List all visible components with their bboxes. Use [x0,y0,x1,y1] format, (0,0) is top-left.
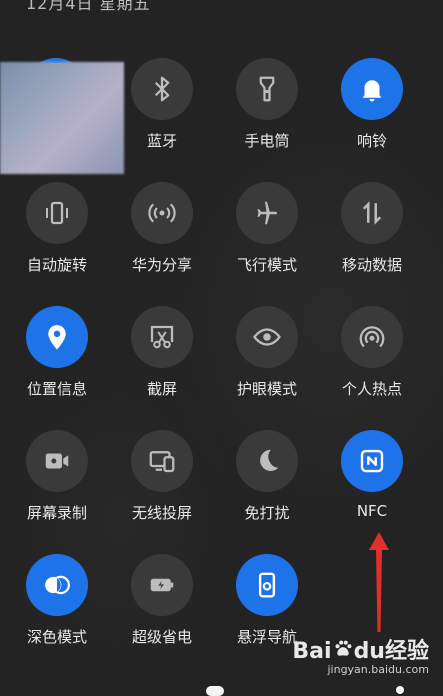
tile-label: 位置信息 [26,380,87,398]
mobile-data-icon [341,182,403,244]
tile-label: 截屏 [146,380,177,398]
flashlight-icon [236,58,298,120]
watermark-brand-part2: du [353,639,385,664]
nfc-icon [341,430,403,492]
tile-hotspot[interactable]: 个人热点 [318,306,426,418]
tile-label: 个人热点 [341,380,402,398]
tile-bluetooth[interactable]: 蓝牙 [108,58,216,170]
tile-battery-saver[interactable]: 超级省电 [108,554,216,666]
tile-huawei-share[interactable]: 华为分享 [108,182,216,294]
tile-do-not-disturb[interactable]: 免打扰 [213,430,321,542]
tile-auto-rotate[interactable]: 自动旋转 [3,182,111,294]
tile-label: NFC [356,502,388,520]
nav-indicator [206,686,224,696]
watermark-brand-part1: Bai [292,639,332,664]
tile-label: 移动数据 [341,256,402,274]
tile-label: 无线投屏 [131,504,192,522]
tile-label: 超级省电 [131,628,192,646]
tile-label: 免打扰 [244,504,290,522]
watermark-brand: Bai du经验 [292,633,429,665]
tile-label: 响铃 [356,132,387,150]
baidu-watermark: Bai du经验 jingyan.baidu.com [292,633,429,676]
nav-dot [396,686,404,694]
tile-label: 华为分享 [131,256,192,274]
paw-icon [335,640,351,656]
tile-label: 飞行模式 [236,256,297,274]
tile-ring[interactable]: 响铃 [318,58,426,170]
hotspot-icon [341,306,403,368]
tile-label: 屏幕录制 [26,504,87,522]
battery-saver-icon [131,554,193,616]
tile-wireless-projection[interactable]: 无线投屏 [108,430,216,542]
screen-record-icon [26,430,88,492]
tile-screenshot[interactable]: 截屏 [108,306,216,418]
location-icon [26,306,88,368]
tile-label: 护眼模式 [236,380,297,398]
status-date: 12月4日 星期五 [26,0,151,13]
watermark-brand-cn: 经验 [384,639,429,664]
dark-mode-icon [26,554,88,616]
blurred-region [0,62,124,174]
tile-screen-record[interactable]: 屏幕录制 [3,430,111,542]
tile-label: 蓝牙 [146,132,177,150]
screenshot-icon [131,306,193,368]
tile-label: 自动旋转 [26,256,87,274]
annotation-arrow [369,532,389,632]
airplane-icon [236,182,298,244]
huawei-share-icon [131,182,193,244]
tile-nfc[interactable]: NFC [318,430,426,542]
tile-label: 深色模式 [26,628,87,646]
tile-mobile-data[interactable]: 移动数据 [318,182,426,294]
tile-eye-comfort[interactable]: 护眼模式 [213,306,321,418]
tile-label: 悬浮导航 [236,628,297,646]
tile-location[interactable]: 位置信息 [3,306,111,418]
tile-airplane[interactable]: 飞行模式 [213,182,321,294]
bell-icon [341,58,403,120]
tile-dark-mode[interactable]: 深色模式 [3,554,111,666]
tile-label: 手电筒 [244,132,290,150]
wireless-projection-icon [131,430,193,492]
eye-icon [236,306,298,368]
floating-nav-icon [236,554,298,616]
tile-flashlight[interactable]: 手电筒 [213,58,321,170]
bluetooth-icon [131,58,193,120]
moon-icon [236,430,298,492]
auto-rotate-icon [26,182,88,244]
